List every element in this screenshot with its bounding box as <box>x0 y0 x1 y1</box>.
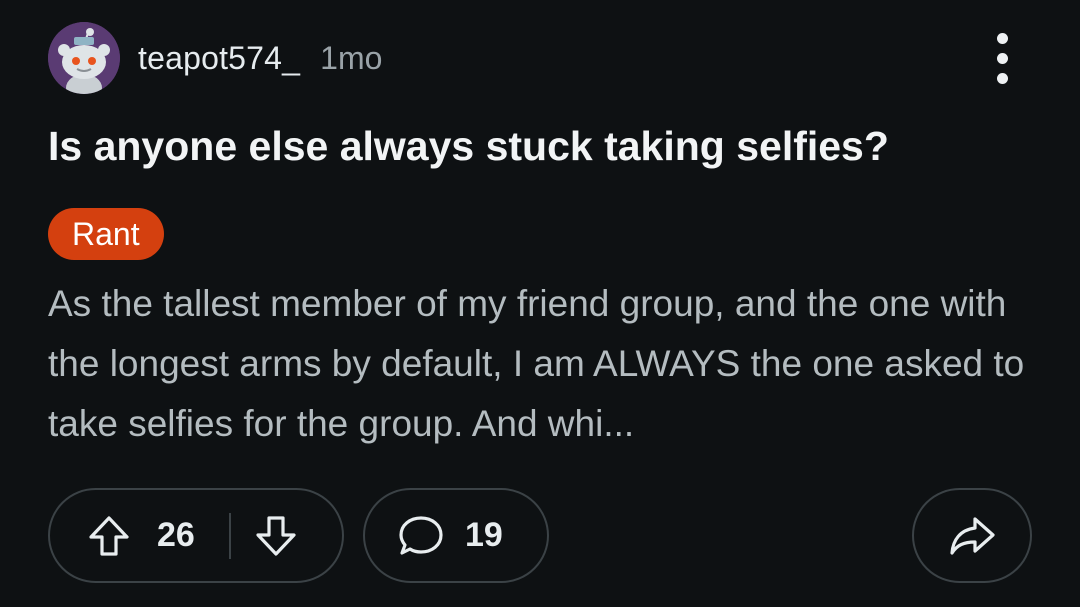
overflow-menu-icon-dot <box>996 52 1008 64</box>
arrow-down-icon <box>256 515 296 556</box>
author-username[interactable]: teapot574_ <box>138 40 300 77</box>
overflow-menu-button[interactable] <box>980 30 1024 86</box>
speech-bubble-icon <box>399 515 443 555</box>
overflow-menu-icon-dot <box>996 72 1008 84</box>
arrow-up-icon <box>89 515 129 556</box>
comment-icon-wrap <box>397 513 445 559</box>
post-title[interactable]: Is anyone else always stuck taking selfi… <box>48 120 1048 172</box>
snoo-avatar-icon <box>48 22 120 94</box>
vote-bar: 26 <box>48 488 344 583</box>
post-age: 1mo <box>320 40 383 76</box>
post-card[interactable]: teapot574_ 1mo Is anyone else always stu… <box>0 0 1080 607</box>
share-arrow-icon <box>950 516 995 555</box>
downvote-button[interactable] <box>253 513 299 559</box>
overflow-menu-icon <box>996 32 1008 44</box>
post-meta: teapot574_ 1mo <box>138 40 382 80</box>
vote-divider <box>228 512 231 559</box>
upvote-count: 26 <box>157 516 195 554</box>
comment-count: 19 <box>465 516 503 554</box>
upvote-button[interactable] <box>86 513 132 559</box>
author-avatar[interactable] <box>48 22 120 94</box>
share-button[interactable] <box>912 488 1032 583</box>
comments-button[interactable]: 19 <box>363 488 549 583</box>
post-flair[interactable]: Rant <box>48 208 164 260</box>
post-body-preview[interactable]: As the tallest member of my friend group… <box>48 274 1038 454</box>
